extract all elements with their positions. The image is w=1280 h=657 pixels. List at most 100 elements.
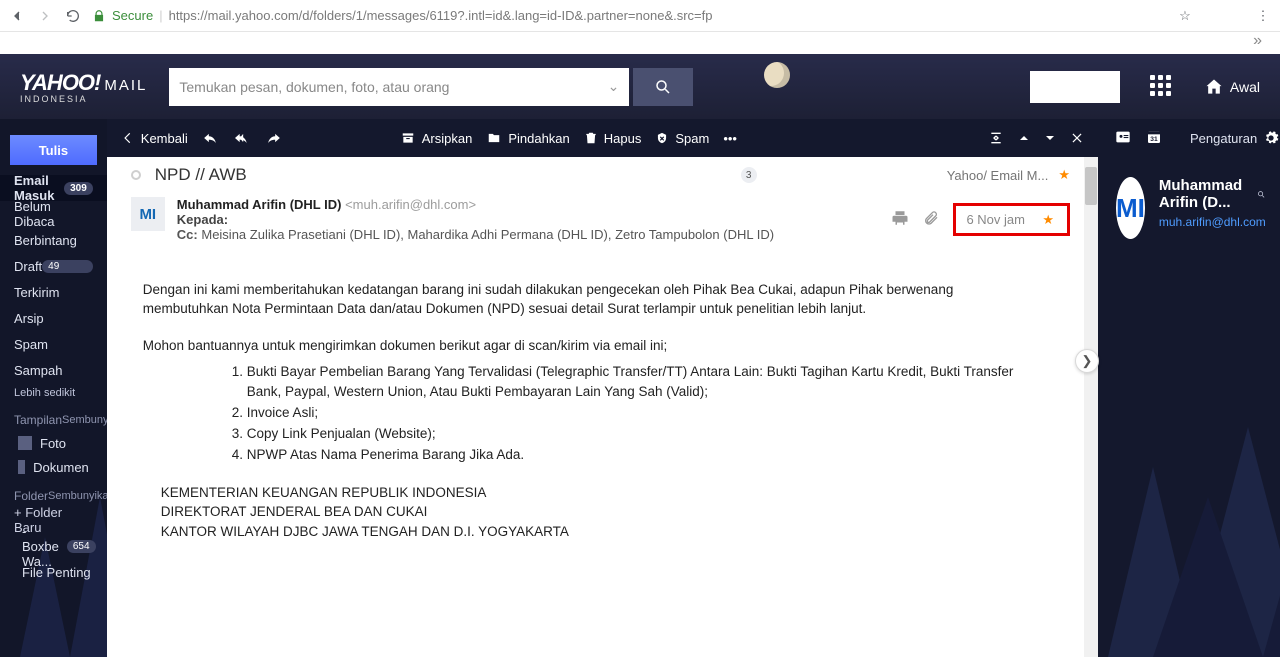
contact-avatar: MI: [1116, 177, 1145, 239]
browser-menu-icon[interactable]: ⋮: [1254, 7, 1272, 25]
star-icon[interactable]: ★: [1058, 167, 1070, 183]
reload-icon[interactable]: [64, 7, 82, 25]
next-message-button[interactable]: ❯: [1075, 349, 1099, 373]
address-bar[interactable]: Secure | https://mail.yahoo.com/d/folder…: [92, 8, 713, 23]
delete-button[interactable]: Hapus: [584, 131, 642, 146]
star-icon[interactable]: ★: [1042, 212, 1054, 228]
footer-1: KEMENTERIAN KEUANGAN REPUBLIK INDONESIA: [161, 483, 1038, 502]
down-icon[interactable]: [1044, 132, 1056, 144]
apps-grid-icon[interactable]: [1150, 75, 1174, 99]
up-icon[interactable]: [1018, 132, 1030, 144]
move-button[interactable]: Pindahkan: [486, 131, 569, 146]
thread-count: 3: [741, 167, 757, 183]
contact-card: MI Muhammad Arifin (D... muh.arifin@dhl.…: [1098, 157, 1280, 259]
close-icon[interactable]: [1070, 131, 1084, 145]
sidebar-item-sampah[interactable]: Sampah: [0, 357, 107, 383]
sidebar-item-arsip[interactable]: Arsip: [0, 305, 107, 331]
sidebar-item-terkirim[interactable]: Terkirim: [0, 279, 107, 305]
scrollbar[interactable]: [1084, 157, 1098, 657]
from-line: Muhammad Arifin (DHL ID) <muh.arifin@dhl…: [177, 197, 892, 212]
folder-path[interactable]: Yahoo/ Email M...: [947, 168, 1049, 183]
badge: 654: [67, 540, 96, 553]
calendar-icon[interactable]: 31: [1146, 129, 1162, 148]
document-icon: [18, 460, 25, 474]
view-foto[interactable]: Foto: [0, 431, 107, 455]
badge: 309: [64, 182, 93, 195]
date-highlight: 6 Nov jam ★: [953, 203, 1070, 236]
search-button[interactable]: [633, 68, 693, 106]
reply-icon[interactable]: [202, 131, 218, 145]
archive-button[interactable]: Arsipkan: [400, 131, 473, 146]
list-item: Copy Link Penjualan (Website);: [247, 423, 1038, 444]
gear-icon: [1263, 130, 1279, 146]
list-item: NPWP Atas Nama Penerima Barang Jika Ada.: [247, 444, 1038, 465]
sidebar-item-spam[interactable]: Spam: [0, 331, 107, 357]
message-toolbar: Kembali Arsipkan Pindahkan Hapus Spam ••…: [107, 119, 1098, 157]
yahoo-logo[interactable]: YAHOO!MAIL INDONESIA: [20, 70, 147, 104]
browser-chrome: Secure | https://mail.yahoo.com/d/folder…: [0, 0, 1280, 32]
lock-icon: [92, 9, 106, 23]
body-list: Bukti Bayar Pembelian Barang Yang Terval…: [223, 361, 1038, 465]
message-date: 6 Nov jam: [966, 212, 1025, 227]
sidebar-item-belum-dibaca[interactable]: Belum Dibaca: [0, 201, 107, 227]
search-input[interactable]: Temukan pesan, dokumen, foto, atau orang…: [169, 68, 629, 106]
compose-button[interactable]: Tulis: [10, 135, 97, 165]
message-body: Dengan ini kami memberitahukan kedatanga…: [107, 242, 1098, 657]
footer-3: KANTOR WILAYAH DJBC JAWA TENGAH DAN D.I.…: [161, 522, 1038, 541]
bookmark-star-icon[interactable]: ☆: [1176, 7, 1194, 25]
sidebar-item-draft[interactable]: Draft49: [0, 253, 107, 279]
search-icon[interactable]: [1257, 187, 1266, 202]
secure-label: Secure: [112, 8, 153, 23]
right-pane: 31 Pengaturan MI Muhammad Arifin (D... m…: [1098, 119, 1280, 657]
to-line: Kepada:: [177, 212, 892, 227]
sidebar-item-email-masuk[interactable]: Email Masuk309: [0, 175, 107, 201]
home-link[interactable]: Awal: [1204, 77, 1260, 97]
views-section-header: TampilanSembunyikan: [0, 403, 107, 431]
collapse-icon[interactable]: [988, 130, 1004, 146]
more-icon[interactable]: •••: [723, 131, 737, 146]
user-folder[interactable]: File Penting: [0, 559, 107, 585]
hide-folders-link[interactable]: Sembunyikan: [48, 490, 107, 502]
forward-icon[interactable]: [266, 131, 282, 145]
home-icon: [1204, 77, 1224, 97]
body-p2: Mohon bantuannya untuk mengirimkan dokum…: [143, 336, 1038, 355]
unread-dot-icon: [131, 170, 141, 180]
hide-views-link[interactable]: Sembunyikan: [62, 414, 107, 426]
app-header: YAHOO!MAIL INDONESIA Temukan pesan, doku…: [0, 54, 1280, 119]
spam-button[interactable]: Spam: [655, 131, 709, 146]
reply-all-icon[interactable]: [232, 131, 252, 145]
contact-name: Muhammad Arifin (D...: [1159, 177, 1249, 211]
contact-card-icon[interactable]: [1114, 129, 1132, 148]
back-button[interactable]: Kembali: [121, 131, 188, 146]
less-link[interactable]: Lebih sedikit: [0, 383, 107, 403]
list-item: Bukti Bayar Pembelian Barang Yang Terval…: [247, 361, 1038, 401]
message-subject: NPD // AWB: [155, 165, 247, 185]
sidebar-item-berbintang[interactable]: Berbintang: [0, 227, 107, 253]
chevron-down-icon[interactable]: ⌄: [608, 78, 620, 95]
forward-icon[interactable]: [36, 7, 54, 25]
main-pane: Kembali Arsipkan Pindahkan Hapus Spam ••…: [107, 119, 1098, 657]
search-icon: [654, 78, 672, 96]
view-dokumen[interactable]: Dokumen: [0, 455, 107, 479]
user-folder[interactable]: -Boxbe Wa...654: [0, 533, 107, 559]
contact-email[interactable]: muh.arifin@dhl.com: [1159, 215, 1266, 229]
settings-button[interactable]: Pengaturan: [1190, 130, 1279, 146]
cc-line: Cc: Meisina Zulika Prasetiani (DHL ID), …: [177, 227, 892, 242]
print-icon[interactable]: [891, 209, 909, 230]
ad-slot[interactable]: [1030, 71, 1120, 103]
message-header: MI Muhammad Arifin (DHL ID) <muh.arifin@…: [107, 193, 1098, 242]
footer-2: DIREKTORAT JENDERAL BEA DAN CUKAI: [161, 502, 1038, 521]
sidebar: Tulis Email Masuk309Belum DibacaBerbinta…: [0, 119, 107, 657]
search-placeholder: Temukan pesan, dokumen, foto, atau orang: [179, 79, 449, 95]
url-text: https://mail.yahoo.com/d/folders/1/messa…: [169, 8, 713, 23]
attachment-icon[interactable]: [923, 210, 939, 229]
photo-icon: [18, 436, 32, 450]
trees-decor: [1098, 297, 1280, 657]
list-item: Invoice Asli;: [247, 402, 1038, 423]
svg-text:31: 31: [1150, 136, 1158, 143]
chrome-overflow-icon[interactable]: »: [0, 32, 1280, 54]
folders-section-header: FolderSembunyikan: [0, 479, 107, 507]
back-icon[interactable]: [8, 7, 26, 25]
subject-row: NPD // AWB 3 Yahoo/ Email M... ★: [107, 157, 1098, 193]
sender-avatar: MI: [131, 197, 165, 231]
